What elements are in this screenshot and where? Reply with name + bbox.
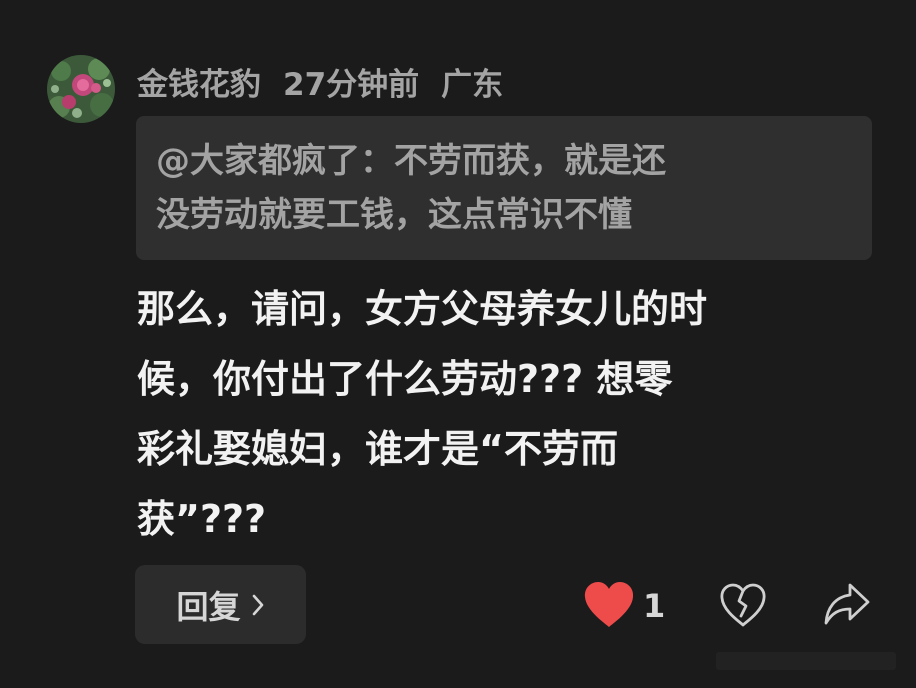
reply-label: 回复 xyxy=(176,587,241,626)
comment-card: 金钱花豹 27分钟前 广东 @大家都疯了：不劳而获，就是还 没劳动就要工钱，这点… xyxy=(0,0,916,688)
comment-meta: 金钱花豹 27分钟前 广东 xyxy=(137,59,504,104)
location: 广东 xyxy=(441,66,504,103)
avatar[interactable] xyxy=(47,55,115,123)
timestamp: 27分钟前 xyxy=(283,66,420,103)
avatar-flower-image xyxy=(47,55,115,123)
quoted-text: @大家都疯了：不劳而获，就是还 没劳动就要工钱，这点常识不懂 xyxy=(156,141,666,235)
reply-button[interactable]: 回复 xyxy=(135,565,306,644)
heart-icon[interactable] xyxy=(582,580,636,630)
broken-heart-icon[interactable] xyxy=(719,582,767,628)
quoted-reply[interactable]: @大家都疯了：不劳而获，就是还 没劳动就要工钱，这点常识不懂 xyxy=(136,116,872,260)
like-count: 1 xyxy=(643,587,666,625)
comment-body: 那么，请问，女方父母养女儿的时 候，你付出了什么劳动??? 想零 彩礼娶媳妇，谁… xyxy=(137,287,708,541)
watermark xyxy=(716,652,896,670)
username[interactable]: 金钱花豹 xyxy=(137,59,261,104)
chevron-right-icon xyxy=(252,594,263,615)
share-arrow-icon[interactable] xyxy=(822,580,872,628)
